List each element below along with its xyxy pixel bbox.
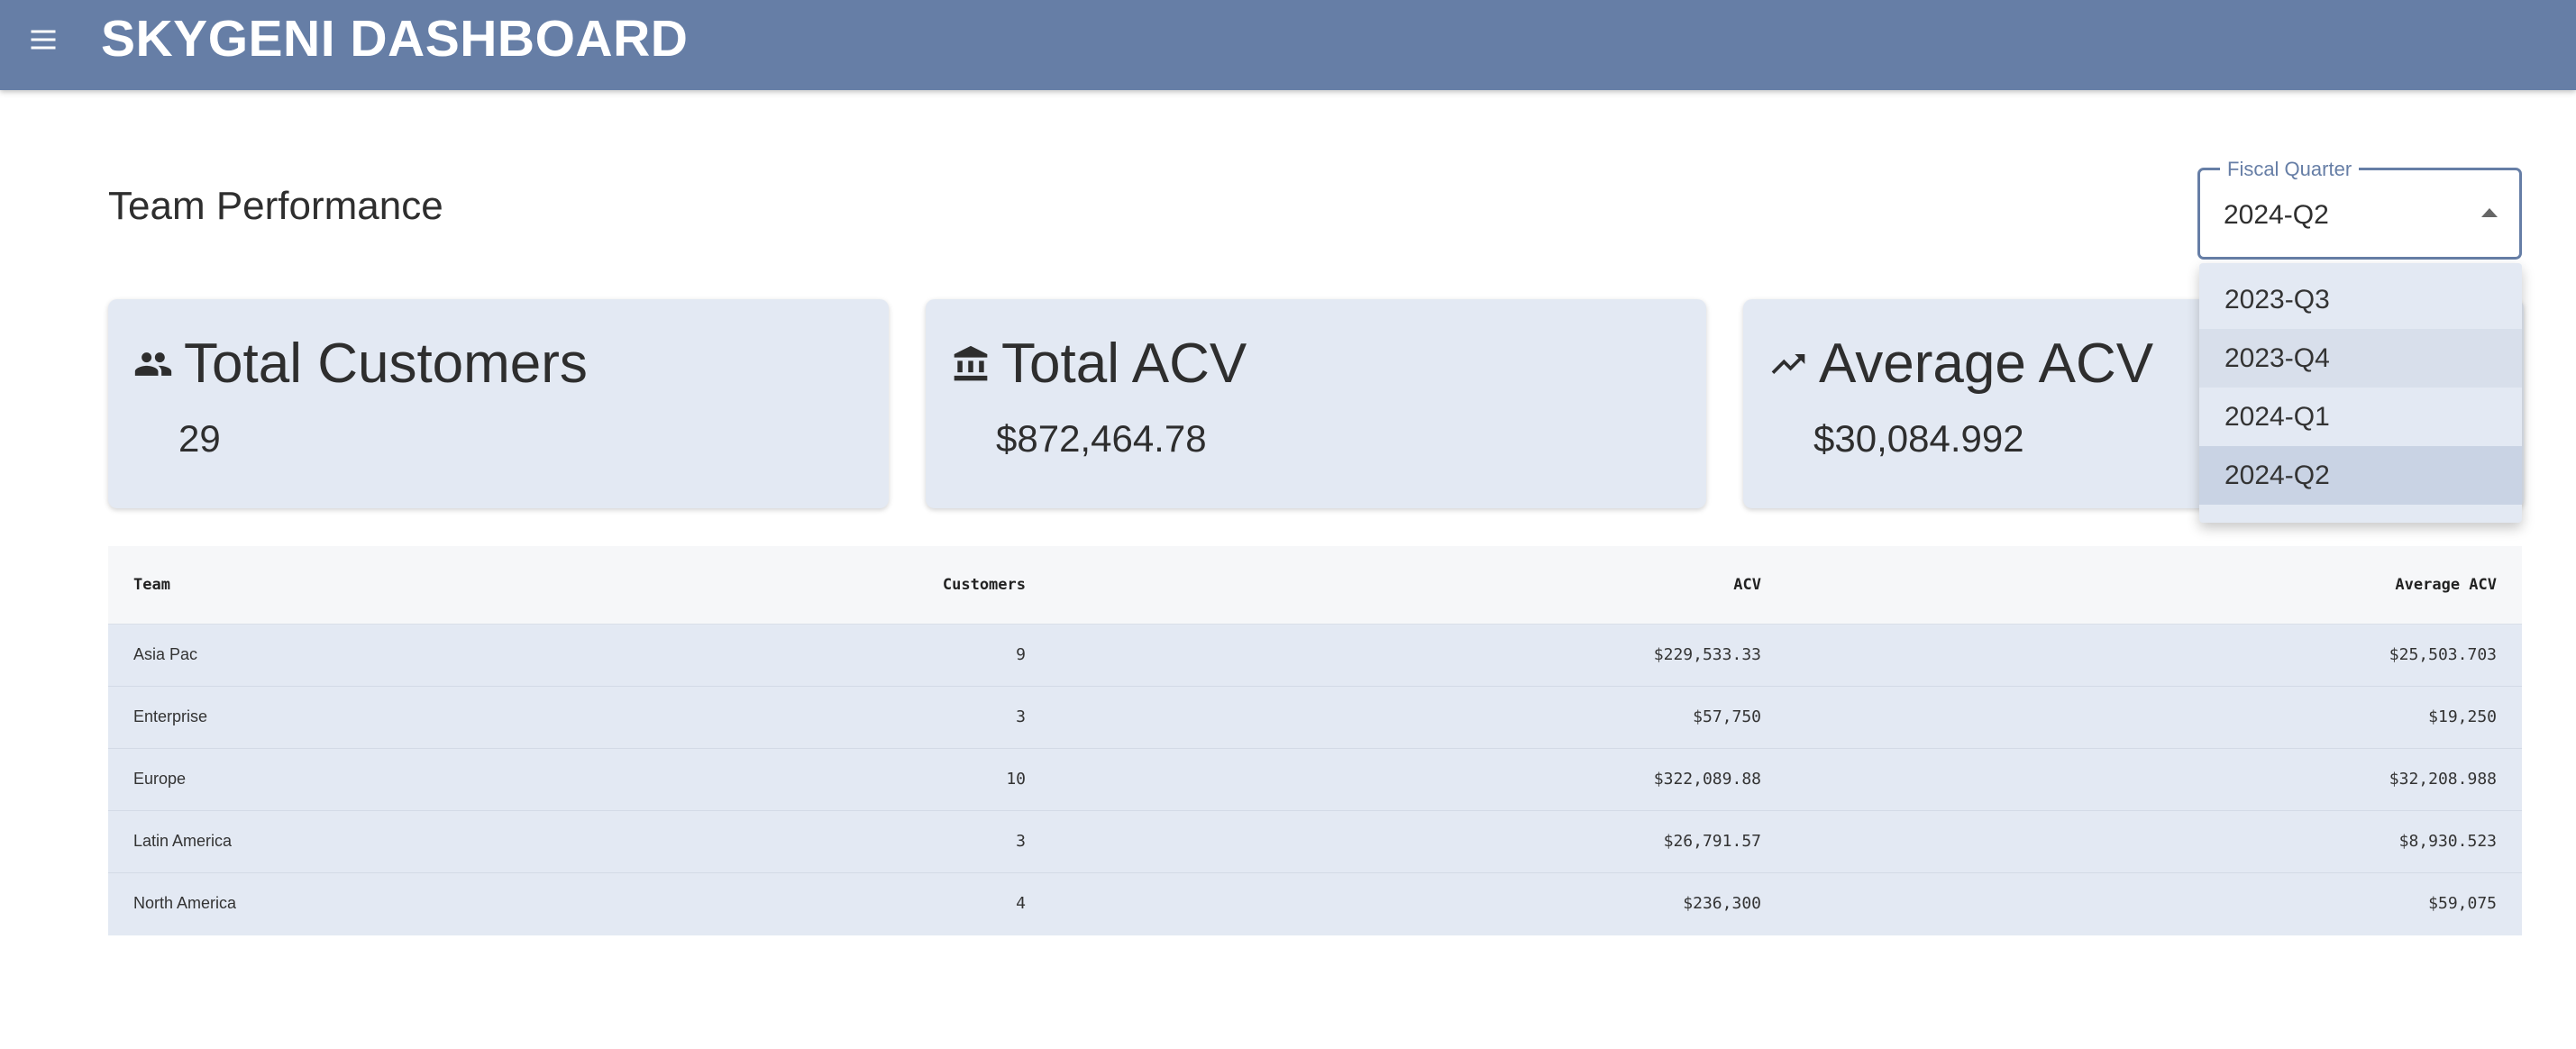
table-header-row: Team Customers ACV Average ACV (108, 546, 2522, 624)
card-value: 29 (178, 417, 221, 460)
fiscal-quarter-label: Fiscal Quarter (2220, 158, 2360, 181)
header-acv[interactable]: ACV (1051, 546, 1786, 624)
app-title: SKYGENI DASHBOARD (101, 10, 689, 68)
total-customers-card: Total Customers 29 (108, 299, 889, 508)
card-title: Average ACV (1819, 333, 2154, 395)
team-performance-table: Team Customers ACV Average ACV Asia Pac … (108, 546, 2522, 935)
cell-customers: 3 (402, 685, 1051, 748)
page-title: Team Performance (108, 184, 443, 228)
cell-customers: 10 (402, 747, 1051, 810)
cell-customers: 3 (402, 809, 1051, 872)
people-icon (133, 344, 173, 384)
fiscal-quarter-select-box[interactable]: Fiscal Quarter 2024-Q2 (2197, 158, 2522, 260)
cell-acv: $322,089.88 (1051, 747, 1786, 810)
card-title: Total ACV (1001, 333, 1247, 395)
cell-customers: 4 (402, 871, 1051, 935)
card-title: Total Customers (184, 333, 588, 395)
cell-team: Asia Pac (108, 623, 402, 686)
cell-team: Enterprise (108, 685, 402, 748)
trending-up-icon (1768, 344, 1808, 384)
card-value: $30,084.992 (1813, 417, 2024, 460)
cell-team: Europe (108, 747, 402, 810)
header-team[interactable]: Team (108, 546, 402, 624)
cell-acv: $26,791.57 (1051, 809, 1786, 872)
option-2024-q2[interactable]: 2024-Q2 (2199, 446, 2522, 505)
bank-icon (951, 344, 991, 384)
option-2024-q1[interactable]: 2024-Q1 (2199, 388, 2522, 446)
header-average-acv[interactable]: Average ACV (1786, 546, 2522, 624)
table-row: Asia Pac 9 $229,533.33 $25,503.703 (108, 623, 2522, 686)
caret-up-icon (2481, 208, 2498, 217)
header-customers[interactable]: Customers (402, 546, 1051, 624)
total-acv-card: Total ACV $872,464.78 (926, 299, 1706, 508)
cell-average-acv: $19,250 (1786, 685, 2522, 748)
menu-icon (31, 30, 56, 50)
cell-acv: $236,300 (1051, 871, 1786, 935)
cell-average-acv: $32,208.988 (1786, 747, 2522, 810)
cell-average-acv: $8,930.523 (1786, 809, 2522, 872)
menu-button[interactable] (20, 18, 67, 61)
cell-average-acv: $25,503.703 (1786, 623, 2522, 686)
fiscal-quarter-value: 2024-Q2 (2224, 200, 2329, 230)
cell-acv: $57,750 (1051, 685, 1786, 748)
option-2023-q4[interactable]: 2023-Q4 (2199, 329, 2522, 388)
table-row: Latin America 3 $26,791.57 $8,930.523 (108, 809, 2522, 872)
fiscal-quarter-select[interactable]: Fiscal Quarter 2024-Q2 (2197, 158, 2522, 260)
fiscal-quarter-dropdown: 2023-Q3 2023-Q4 2024-Q1 2024-Q2 (2199, 263, 2522, 523)
option-2023-q3[interactable]: 2023-Q3 (2199, 270, 2522, 329)
cell-team: Latin America (108, 809, 402, 872)
app-bar: SKYGENI DASHBOARD (0, 0, 2576, 90)
cell-team: North America (108, 871, 402, 935)
cell-acv: $229,533.33 (1051, 623, 1786, 686)
cell-customers: 9 (402, 623, 1051, 686)
table-row: Europe 10 $322,089.88 $32,208.988 (108, 747, 2522, 810)
card-value: $872,464.78 (996, 417, 1207, 460)
table-row: North America 4 $236,300 $59,075 (108, 871, 2522, 935)
table-row: Enterprise 3 $57,750 $19,250 (108, 685, 2522, 748)
cell-average-acv: $59,075 (1786, 871, 2522, 935)
